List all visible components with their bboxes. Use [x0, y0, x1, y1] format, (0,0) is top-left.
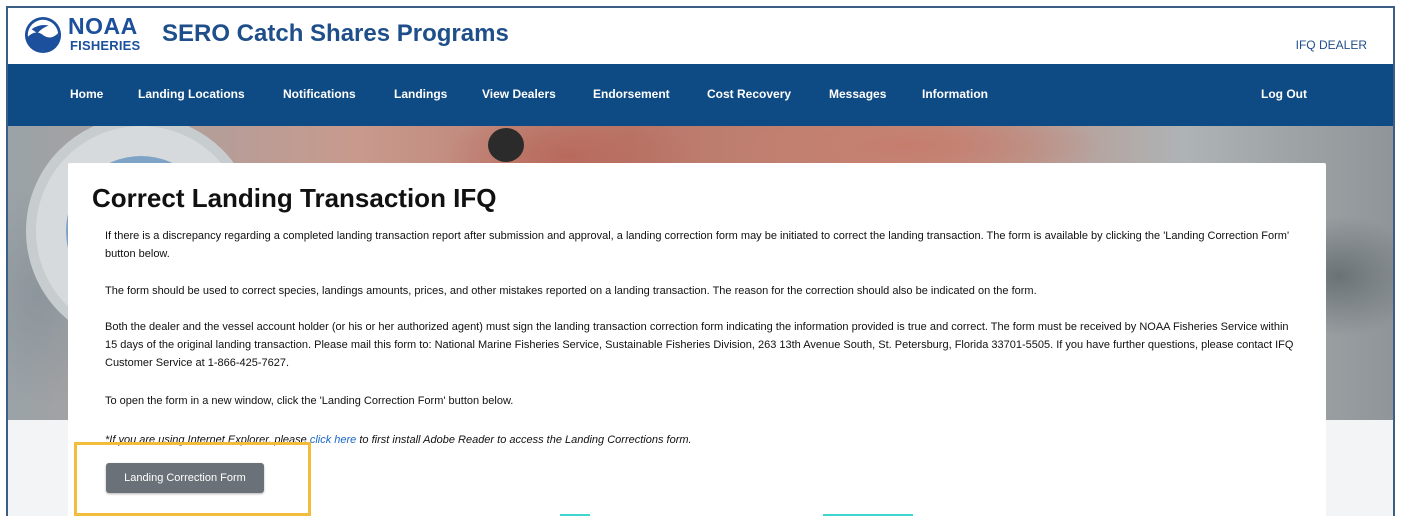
nav-item-home[interactable]: Home [70, 87, 103, 101]
browser-frame: NOAA FISHERIES SERO Catch Shares Program… [6, 6, 1395, 516]
nav-item-landings[interactable]: Landings [394, 87, 447, 101]
user-role-label: IFQ DEALER [1295, 38, 1367, 52]
nav-item-view-dealers[interactable]: View Dealers [482, 87, 556, 101]
nav-item-information[interactable]: Information [922, 87, 988, 101]
logo-fisheries-text: FISHERIES [70, 38, 141, 53]
nav-item-cost-recovery[interactable]: Cost Recovery [707, 87, 791, 101]
nav-item-messages[interactable]: Messages [829, 87, 886, 101]
logo-noaa-text: NOAA [68, 13, 138, 39]
page-title: Correct Landing Transaction IFQ [92, 183, 497, 213]
site-title: SERO Catch Shares Programs [162, 20, 509, 47]
mailing-paragraph: Both the dealer and the vessel account h… [105, 321, 1294, 369]
usage-paragraph: The form should be used to correct speci… [105, 285, 1037, 297]
site-header: NOAA FISHERIES SERO Catch Shares Program… [8, 8, 1393, 64]
landing-correction-form-button[interactable]: Landing Correction Form [106, 463, 264, 493]
ie-note-suffix: to first install Adobe Reader to access … [356, 434, 692, 446]
nav-item-landing-locations[interactable]: Landing Locations [138, 87, 245, 101]
open-form-paragraph: To open the form in a new window, click … [105, 395, 514, 407]
fish-eye-decoration [488, 128, 524, 162]
logout-link[interactable]: Log Out [1261, 87, 1307, 101]
noaa-emblem-icon [24, 16, 62, 54]
nav-item-endorsement[interactable]: Endorsement [593, 87, 670, 101]
intro-paragraph: If there is a discrepancy regarding a co… [105, 230, 1290, 260]
main-nav: Home Landing Locations Notifications Lan… [8, 64, 1393, 126]
adobe-reader-link[interactable]: click here [310, 434, 356, 446]
noaa-fisheries-logo[interactable]: NOAA FISHERIES [24, 13, 144, 58]
nav-item-notifications[interactable]: Notifications [283, 87, 356, 101]
